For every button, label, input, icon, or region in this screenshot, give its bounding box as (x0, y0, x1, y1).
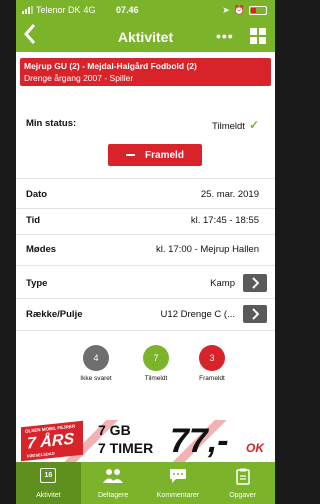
detail-value: 25. mar. 2019 (200, 189, 259, 200)
divider (16, 298, 275, 299)
attending-count[interactable]: 7 (143, 345, 169, 371)
carrier-name: Telenor DK (36, 5, 81, 15)
status-value-text: Tilmeldt (212, 121, 245, 132)
tab-bar: 16 Aktivitet Deltagere Kommentarer Opgav… (16, 462, 275, 504)
detail-value: Kamp (210, 278, 235, 289)
signal-icon (22, 6, 33, 14)
grid-icon[interactable] (250, 28, 266, 44)
detail-value: U12 Drenge C (... (160, 309, 235, 320)
calendar-icon: 16 (40, 468, 57, 483)
frameld-button[interactable]: Frameld (108, 144, 202, 166)
detail-label: Mødes (26, 244, 57, 255)
tab-label: Opgaver (229, 492, 257, 499)
my-status-label: Min status: (26, 118, 77, 129)
tab-kommentarer[interactable]: Kommentarer (146, 462, 211, 504)
ad-data-text: 7 GB (98, 422, 131, 438)
tab-deltagere[interactable]: Deltagere (81, 462, 146, 504)
tab-aktivitet[interactable]: 16 Aktivitet (16, 462, 81, 504)
chevron-right-icon (252, 277, 259, 289)
chevron-right-icon (252, 308, 259, 320)
tab-label: Deltagere (97, 492, 129, 499)
ad-ok-text: OK (246, 441, 264, 455)
page-title: Aktivitet (117, 29, 174, 45)
match-banner: Mejrup GU (2) - Mejdal-Halgård Fodbold (… (20, 58, 271, 86)
clock: 07.46 (116, 5, 139, 15)
divider (16, 234, 275, 235)
chat-icon (169, 468, 187, 489)
battery-icon (249, 6, 267, 15)
status-bar: Telenor DK 4G 07.46 ➤ ⏰ (16, 0, 275, 20)
anniversary-badge: OLSEN MOBIL FEJRER 7 ÅRS FØDSELSDAG (21, 420, 83, 462)
people-icon (102, 468, 124, 489)
location-icon: ➤ (222, 5, 230, 15)
detail-label: Type (26, 278, 48, 289)
alarm-icon: ⏰ (233, 5, 245, 15)
detail-label: Række/Pulje (26, 309, 83, 320)
type-chevron-button[interactable] (243, 274, 267, 292)
detail-label: Dato (26, 189, 48, 200)
app-screen: Telenor DK 4G 07.46 ➤ ⏰ Aktivitet ••• Me… (16, 0, 275, 504)
detail-value: kl. 17:00 - Mejrup Hallen (156, 244, 259, 255)
more-dots-icon[interactable]: ••• (216, 28, 234, 44)
minus-icon (126, 154, 136, 156)
detail-label: Tid (26, 215, 41, 226)
check-icon: ✓ (248, 118, 259, 132)
clipboard-icon (235, 468, 250, 490)
tab-opgaver[interactable]: Opgaver (210, 462, 275, 504)
network-type: 4G (83, 5, 96, 15)
declined-count[interactable]: 3 (199, 345, 225, 371)
not-answered-count[interactable]: 4 (83, 345, 109, 371)
match-title: Mejrup GU (2) - Mejdal-Halgård Fodbold (… (24, 61, 197, 71)
pool-chevron-button[interactable] (243, 305, 267, 323)
ad-price: 77,- (170, 422, 229, 460)
divider (16, 208, 275, 209)
divider (16, 265, 275, 266)
my-status-value: Tilmeldt ✓ (212, 118, 259, 132)
tab-label: Kommentarer (156, 492, 200, 499)
attending-label: Tilmeldt (144, 375, 168, 382)
ad-hours-text: 7 TIMER (98, 440, 154, 456)
nav-bar: Aktivitet ••• (16, 20, 275, 52)
team-role: Drenge årgang 2007 - Spiller (24, 73, 134, 83)
divider (16, 330, 275, 331)
detail-value: kl. 17:45 - 18:55 (190, 215, 259, 226)
frameld-label: Frameld (145, 149, 184, 161)
status-icons: ➤ ⏰ (222, 5, 267, 16)
carrier-info: Telenor DK 4G (22, 5, 96, 15)
divider (16, 178, 275, 179)
ad-banner[interactable]: OLSEN MOBIL FEJRER 7 ÅRS FØDSELSDAG 7 GB… (16, 420, 275, 462)
tab-label: Aktivitet (36, 492, 61, 499)
declined-label: Frameldt (199, 375, 225, 382)
not-answered-label: Ikke svaret (80, 375, 112, 382)
